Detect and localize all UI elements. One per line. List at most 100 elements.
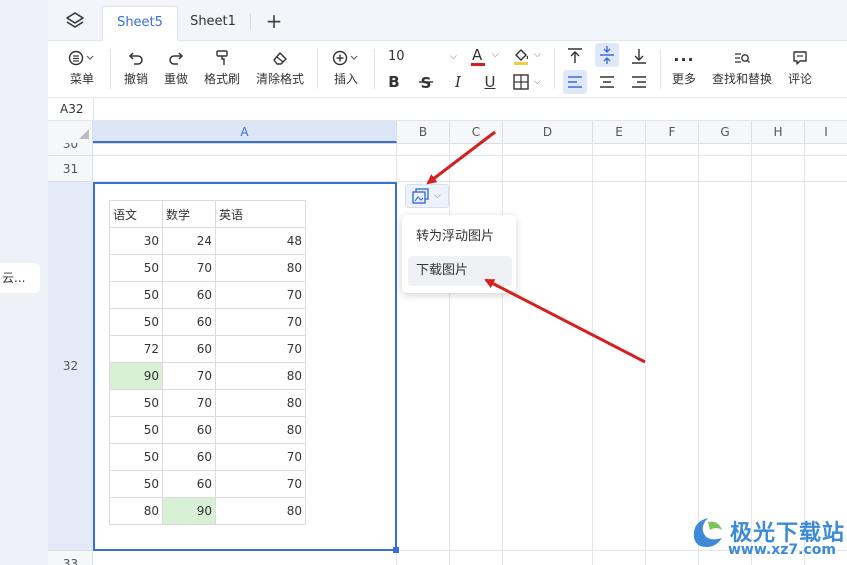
toolbar-divider [554, 49, 555, 89]
align-left-button[interactable] [563, 70, 587, 94]
grid-line [645, 143, 646, 565]
grid-line [804, 143, 805, 565]
menu-item-convert-floating[interactable]: 转为浮动图片 [408, 222, 512, 252]
formula-bar-divider [93, 98, 94, 120]
chevron-down-icon: ⌵ [534, 77, 541, 87]
toolbar-divider [660, 49, 661, 89]
paint-bucket-icon [514, 49, 529, 65]
tab-sheet1[interactable]: Sheet1 [180, 6, 246, 40]
name-box[interactable]: A32 [60, 100, 100, 118]
eraser-icon [252, 49, 308, 71]
strikethrough-icon: S [419, 74, 433, 92]
format-painter-button[interactable]: 格式刷 [200, 49, 244, 87]
column-header-f[interactable]: F [646, 121, 699, 143]
find-replace-label: 查找和替换 [711, 72, 772, 86]
tab-divider [250, 14, 251, 30]
grid-line [751, 143, 752, 565]
chevron-down-icon: ⌵ [534, 50, 541, 60]
bold-button[interactable]: B [383, 71, 405, 93]
column-header-g[interactable]: G [699, 121, 752, 143]
font-size-value: 10 [388, 49, 405, 64]
borders-button[interactable]: ⌵ [512, 71, 546, 93]
fill-handle[interactable] [393, 547, 399, 553]
align-bottom-icon [632, 49, 646, 64]
strikethrough-button[interactable]: S [415, 71, 437, 93]
row-header-32[interactable]: 32 [48, 182, 93, 551]
column-header-b[interactable]: B [397, 121, 450, 143]
italic-button[interactable]: I [447, 71, 469, 93]
align-right-button[interactable] [628, 71, 650, 93]
column-header-c[interactable]: C [450, 121, 503, 143]
align-top-button[interactable] [564, 45, 586, 67]
find-replace-button[interactable]: 查找和替换 [708, 49, 776, 87]
image-options-button[interactable]: ⌵ [405, 184, 449, 208]
grid-line [592, 143, 593, 565]
svg-text:S: S [421, 74, 432, 92]
cell-selection-a32 [93, 182, 397, 551]
tab-sheet5[interactable]: Sheet5 [102, 6, 178, 41]
font-color-swatch [471, 63, 485, 66]
redo-button[interactable]: 重做 [160, 49, 192, 87]
watermark-logo [688, 512, 728, 552]
row-header-30[interactable]: 30 [48, 143, 93, 156]
cloud-doc-pill[interactable]: 云... [0, 263, 40, 293]
border-grid-icon [513, 74, 529, 90]
clear-format-label: 清除格式 [255, 72, 304, 86]
column-header-a[interactable]: A [93, 121, 397, 143]
insert-label: 插入 [333, 72, 358, 86]
font-color-button[interactable]: A ⌵ [470, 45, 504, 67]
comment-label: 评论 [787, 72, 812, 86]
clear-format-button[interactable]: 清除格式 [252, 49, 308, 87]
undo-button[interactable]: 撤销 [120, 49, 152, 87]
menu-icon [62, 49, 102, 71]
more-dots-icon: ··· [673, 50, 695, 69]
align-right-icon [632, 76, 646, 88]
add-sheet-button[interactable]: + [262, 10, 286, 34]
menu-item-download-image[interactable]: 下载图片 [408, 256, 512, 286]
chevron-down-icon: ⌵ [450, 52, 457, 62]
align-center-button[interactable] [596, 71, 618, 93]
watermark-url: www.xz7.com [728, 542, 836, 558]
row-header-31[interactable]: 31 [48, 156, 93, 182]
more-label: 更多 [671, 72, 696, 86]
grid-line [93, 155, 847, 156]
align-top-icon [568, 48, 582, 63]
grid-line [449, 143, 450, 565]
toolbar-divider [110, 49, 111, 89]
undo-icon [120, 49, 152, 71]
align-middle-button[interactable] [595, 43, 619, 67]
align-middle-icon [600, 46, 614, 64]
toolbar-divider [374, 49, 375, 89]
grid-line [502, 143, 503, 565]
more-button[interactable]: ··· 更多 [666, 49, 702, 87]
row-header-33[interactable]: 33 [48, 551, 93, 565]
font-color-glyph: A [472, 46, 483, 64]
fill-color-button[interactable]: ⌵ [512, 45, 546, 67]
column-header-i[interactable]: I [805, 121, 847, 143]
column-header-h[interactable]: H [752, 121, 805, 143]
undo-label: 撤销 [123, 72, 148, 86]
formula-bar [48, 98, 847, 121]
align-center-icon [600, 76, 614, 88]
chevron-down-icon: ⌵ [434, 191, 441, 201]
menu-label: 菜单 [69, 72, 94, 86]
format-painter-label: 格式刷 [203, 72, 240, 86]
insert-button[interactable]: 插入 [326, 49, 366, 87]
column-header-e[interactable]: E [593, 121, 646, 143]
plus-circle-icon [326, 49, 366, 71]
redo-icon [160, 49, 192, 71]
comment-button[interactable]: 评论 [784, 49, 816, 87]
grid-line [698, 143, 699, 565]
redo-label: 重做 [163, 72, 188, 86]
image-icon [412, 188, 429, 204]
comment-icon [784, 49, 816, 71]
layers-icon[interactable] [64, 10, 86, 32]
underline-button[interactable]: U [479, 71, 501, 93]
align-bottom-button[interactable] [628, 45, 650, 67]
font-size-select[interactable]: 10 ⌵ [386, 47, 460, 67]
menu-button[interactable]: 菜单 [62, 49, 102, 87]
toolbar-divider [317, 49, 318, 89]
column-header-d[interactable]: D [503, 121, 593, 143]
corner-triangle-icon [79, 129, 89, 139]
find-replace-icon [708, 49, 776, 71]
